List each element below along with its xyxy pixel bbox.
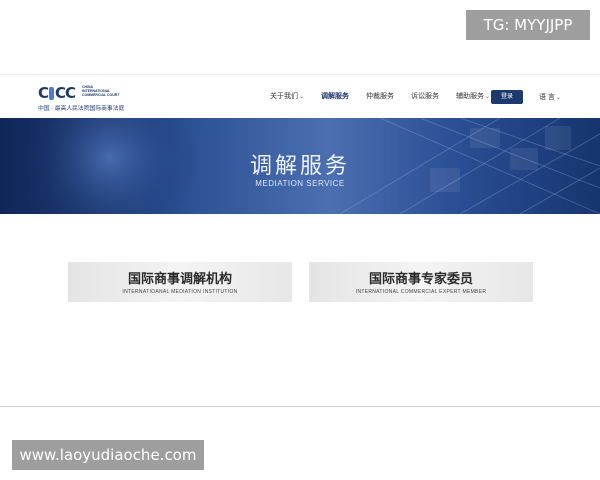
card-title-en: INTERNATIOANAL MEDIATION INSTITUTION [122,289,238,295]
login-button[interactable]: 登录 [491,90,523,104]
logo-letter-c1: C [38,84,49,102]
logo-en-line3: COMMERCIAL COURT [82,93,120,97]
nav-arbitration[interactable]: 仲裁服务 [366,91,394,101]
card-title-cn: 国际商事调解机构 [127,272,232,287]
logo-letter-c3: C [65,84,76,102]
service-cards: 国际商事调解机构 INTERNATIOANAL MEDIATION INSTIT… [0,258,600,304]
logo-mark: C C C [38,84,76,102]
nav-about[interactable]: 关于我们⌄ [270,91,304,101]
chevron-down-icon: ⌄ [299,94,305,100]
logo-letter-c2: C [55,84,66,102]
card-mediation-institution[interactable]: 国际商事调解机构 INTERNATIOANAL MEDIATION INSTIT… [68,262,292,302]
logo-chinese: 中国 · 最高人民法院国际商事法庭 [38,106,125,112]
card-expert-member[interactable]: 国际商事专家委员 INTERNATIONAL COMMERCIAL EXPERT… [309,262,533,302]
language-label: 语 言 [539,94,555,101]
url-watermark: www.laoyudiaoche.com [12,440,204,470]
logo-english: CHINA INTERNATIONAL COMMERCIAL COURT [82,85,122,97]
nav-litigation[interactable]: 诉讼服务 [411,91,439,101]
hero-banner: 调解服务 MEDIATION SERVICE [0,118,600,214]
card-title-cn: 国际商事专家委员 [368,272,473,287]
footer-divider [0,406,600,407]
language-selector[interactable]: 语 言⌄ [539,92,561,102]
card-title-en: INTERNATIONAL COMMERCIAL EXPERT MEMBER [355,289,487,295]
chevron-down-icon: ⌄ [485,94,491,100]
banner-subtitle: MEDIATION SERVICE [255,179,345,188]
nav-auxiliary[interactable]: 辅助服务⌄ [456,91,490,101]
banner-title: 调解服务 [249,154,350,179]
logo[interactable]: C C C CHINA INTERNATIONAL COMMERCIAL COU… [38,84,128,113]
main-nav: 关于我们⌄ 调解服务 仲裁服务 诉讼服务 辅助服务⌄ [270,91,507,101]
chevron-down-icon: ⌄ [555,95,561,101]
nav-auxiliary-label: 辅助服务 [456,93,485,100]
nav-litigation-label: 诉讼服务 [411,93,440,100]
nav-mediation-label: 调解服务 [321,93,350,100]
site-header: C C C CHINA INTERNATIONAL COMMERCIAL COU… [0,74,600,120]
page: TG: MYYJJPP C C C CHINA INTERNATIONAL CO… [0,0,600,480]
logo-bar-icon [49,86,55,100]
nav-arbitration-label: 仲裁服务 [366,93,395,100]
tg-watermark: TG: MYYJJPP [466,10,590,40]
nav-about-label: 关于我们 [270,93,298,100]
nav-mediation[interactable]: 调解服务 [321,91,349,101]
